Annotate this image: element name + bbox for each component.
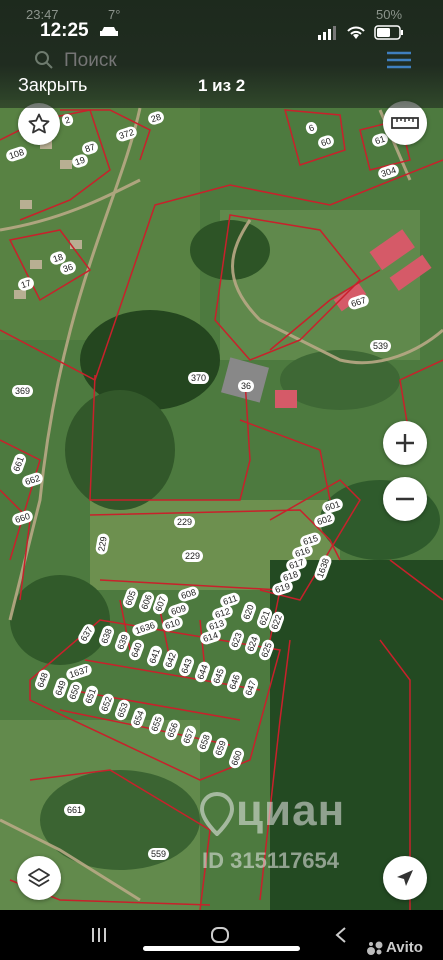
- parcel-label: 36: [238, 380, 255, 392]
- watermark: циан ID 315117654: [196, 780, 406, 873]
- watermark-id: ID 315117654: [202, 848, 340, 873]
- ruler-icon: [391, 117, 419, 129]
- parcel-label: 370: [188, 372, 210, 384]
- locate-button[interactable]: [383, 856, 427, 900]
- cian-logo-icon: [200, 792, 234, 836]
- zoom-out-icon: [396, 497, 414, 501]
- search-icon: [35, 51, 53, 69]
- car-icon: [100, 27, 118, 36]
- signal-icon: [318, 26, 336, 40]
- satellite-map[interactable]: 2 6 60 61 304 108 372 28 87 19 36 18 17 …: [0, 0, 443, 911]
- avito-logo-icon: [367, 941, 383, 955]
- home-indicator[interactable]: [143, 946, 300, 951]
- avito-brand: Avito: [386, 939, 423, 956]
- ghost-battery: 50%: [376, 7, 403, 22]
- watermark-brand: циан: [236, 786, 346, 835]
- zoom-in-icon: [396, 434, 414, 452]
- ghost-temp: 7°: [108, 7, 121, 22]
- parcel-label: 539: [370, 340, 392, 352]
- wifi-icon: [347, 26, 365, 39]
- recent-apps-icon[interactable]: [90, 926, 108, 944]
- close-button[interactable]: Закрыть: [18, 75, 87, 96]
- favorite-button[interactable]: [18, 103, 60, 145]
- home-icon[interactable]: [210, 926, 230, 944]
- parcel-label: 661: [64, 804, 86, 816]
- layers-button[interactable]: [17, 856, 61, 900]
- parcel-label: 229: [182, 550, 204, 562]
- star-icon: [28, 113, 50, 134]
- system-nav-bar: Avito: [0, 910, 443, 960]
- layers-icon: [28, 868, 50, 887]
- viewer-header: 23:47 7° 50% 12:25 Закрыть 1 из 2: [0, 0, 443, 108]
- search-input[interactable]: [62, 48, 266, 74]
- zoom-in-button[interactable]: [383, 421, 427, 465]
- zoom-out-button[interactable]: [383, 477, 427, 521]
- menu-icon[interactable]: [386, 50, 412, 70]
- locate-icon: [397, 870, 413, 886]
- parcel-label: 369: [12, 385, 34, 397]
- parcel-label: 229: [174, 516, 196, 528]
- status-time: 12:25: [40, 20, 89, 41]
- battery-icon: [374, 25, 403, 40]
- parcel-label: 559: [148, 848, 170, 860]
- back-icon[interactable]: [334, 926, 348, 944]
- photo-counter: 1 из 2: [198, 76, 246, 95]
